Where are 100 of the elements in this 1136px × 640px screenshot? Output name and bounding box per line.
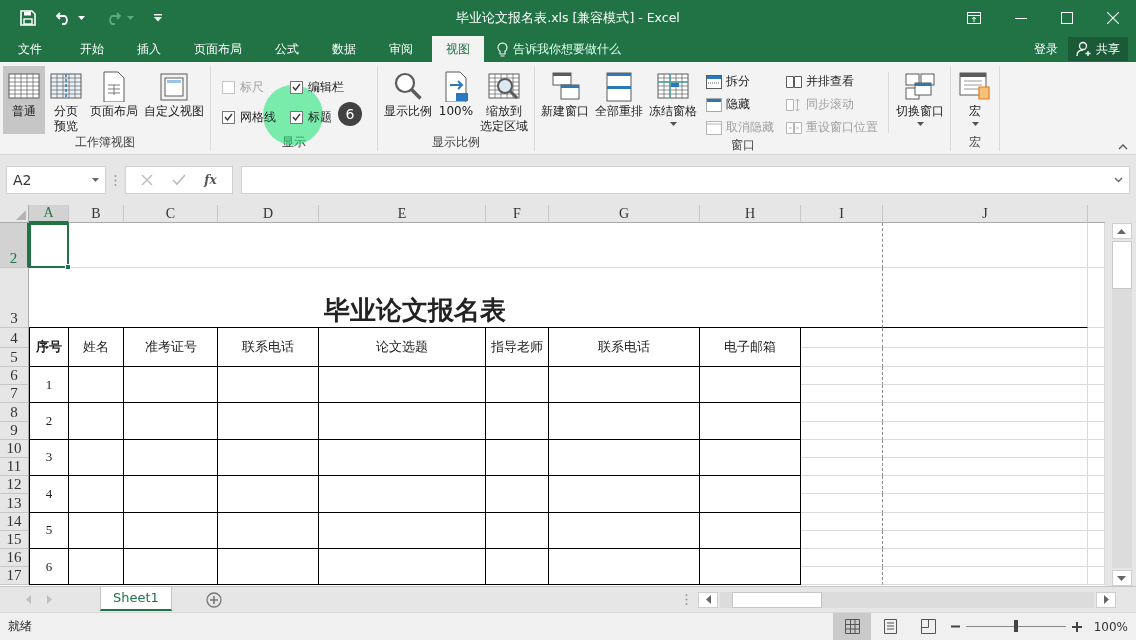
scroll-up-button[interactable] <box>1111 223 1132 239</box>
cell-selection[interactable] <box>29 223 69 268</box>
ribbon-tab[interactable]: 文件 <box>0 36 56 62</box>
checkbox[interactable] <box>290 80 303 94</box>
row-header[interactable]: 8 <box>0 403 29 422</box>
zoom-slider-thumb[interactable] <box>1014 620 1018 632</box>
table-cell <box>486 512 549 549</box>
column-header[interactable]: D <box>218 205 319 223</box>
table-cell: 4 <box>29 476 69 513</box>
ribbon-tab[interactable]: 视图 <box>432 36 484 62</box>
pane-icon <box>706 74 722 89</box>
close-icon[interactable] <box>1107 12 1119 24</box>
magnifier-icon <box>392 70 424 102</box>
zoom-level[interactable]: 100% <box>1082 619 1128 634</box>
scroll-down-button[interactable] <box>1111 570 1132 586</box>
ribbon-button[interactable]: 全部重排 <box>592 66 646 137</box>
windows-icon <box>904 70 936 102</box>
pages-icon <box>786 120 802 135</box>
row-header[interactable]: 17 <box>0 567 29 586</box>
zoom-in-button[interactable] <box>1072 621 1082 632</box>
ribbon-tab[interactable]: 审阅 <box>375 36 427 62</box>
page-grid-icon <box>50 70 82 102</box>
ribbon-display-icon[interactable] <box>967 12 981 24</box>
show-option[interactable]: 网格线 <box>222 108 276 126</box>
ribbon-button[interactable]: 普通 <box>3 66 45 134</box>
ribbon-button[interactable]: 页面布局 <box>87 66 141 134</box>
caret-icon[interactable] <box>971 122 979 126</box>
scroll-thumb[interactable] <box>1111 241 1132 289</box>
view-button[interactable] <box>833 613 871 640</box>
cancel-icon[interactable] <box>141 174 154 186</box>
select-all-icon[interactable] <box>16 210 26 220</box>
sheet-tab[interactable]: Sheet1 <box>100 586 172 611</box>
row-header[interactable]: 3 <box>0 268 29 328</box>
previous-icon[interactable] <box>26 595 31 604</box>
ribbon-tab[interactable]: 公式 <box>261 36 313 62</box>
row-header[interactable]: 2 <box>0 223 29 268</box>
minus-icon <box>951 625 960 628</box>
row-header[interactable]: 6 <box>0 367 29 386</box>
ribbon-tab[interactable]: 插入 <box>123 36 175 62</box>
column-header[interactable]: B <box>69 205 124 223</box>
ribbon-tab[interactable]: 数据 <box>318 36 370 62</box>
ribbon-button[interactable]: 100% <box>435 66 477 134</box>
scroll-left-button[interactable] <box>698 591 718 608</box>
column-header[interactable]: F <box>486 205 549 223</box>
ribbon-button[interactable]: 显示比例 <box>381 66 435 134</box>
ribbon-button[interactable]: 自定义视图 <box>141 66 207 134</box>
group-label: 工作簿视图 <box>74 134 136 151</box>
table-cell <box>69 439 124 477</box>
column-header[interactable]: H <box>700 205 801 223</box>
add-sheet-icon[interactable] <box>205 591 222 608</box>
ribbon-button[interactable]: 分页 预览 <box>45 66 87 134</box>
row-header[interactable]: 7 <box>0 385 29 404</box>
column-header[interactable]: I <box>801 205 883 223</box>
ribbon-button[interactable]: 新建窗口 <box>538 66 592 137</box>
maximize-icon[interactable] <box>1061 12 1073 24</box>
caret-icon[interactable] <box>92 178 99 182</box>
save-icon[interactable] <box>20 10 36 26</box>
column-header[interactable]: J <box>883 205 1088 223</box>
grid-icon <box>844 619 860 634</box>
ribbon-button[interactable]: 切换窗口 <box>893 66 947 137</box>
show-option[interactable]: 编辑栏 <box>290 78 344 96</box>
formula-field[interactable] <box>241 166 1130 194</box>
caret-icon[interactable] <box>916 122 924 126</box>
more-icon <box>685 593 688 606</box>
row-header[interactable]: 13 <box>0 494 29 513</box>
ribbon-button[interactable]: 拆分 <box>704 72 776 91</box>
tell-me-link[interactable]: 告诉我你想要做什么 <box>513 40 621 58</box>
collapse-ribbon-icon[interactable] <box>1118 144 1128 150</box>
checkbox[interactable] <box>290 110 303 124</box>
customize-icon[interactable] <box>154 14 162 22</box>
row-header[interactable]: 4 <box>0 328 29 348</box>
column-header[interactable]: G <box>549 205 700 223</box>
ribbon-button[interactable]: 缩放到 选定区域 <box>477 66 531 134</box>
enter-icon[interactable] <box>171 174 186 186</box>
login-link[interactable]: 登录 <box>1034 36 1058 62</box>
row-header[interactable]: 12 <box>0 476 29 495</box>
down-arrow-icon <box>1117 575 1126 581</box>
zoom-out-button[interactable] <box>951 625 960 628</box>
caret-icon[interactable] <box>78 16 85 20</box>
table-header: 联系电话 <box>549 328 700 367</box>
column-header[interactable]: C <box>124 205 218 223</box>
name-box[interactable]: A2 <box>6 166 106 194</box>
column-header[interactable]: A <box>29 205 69 223</box>
lightbulb-icon[interactable] <box>497 41 508 57</box>
table-cell <box>69 403 124 440</box>
caret-icon[interactable] <box>669 122 677 126</box>
scroll-right-button[interactable] <box>1096 591 1116 608</box>
scroll-thumb[interactable] <box>732 591 822 608</box>
column-header[interactable]: E <box>319 205 486 223</box>
insert-function-button[interactable]: fx <box>204 173 217 187</box>
ribbon-button[interactable]: 隐藏 <box>704 95 776 114</box>
ribbon-tab[interactable]: 开始 <box>66 36 118 62</box>
ribbon-button[interactable]: 冻结窗格 <box>646 66 700 137</box>
ribbon-tab[interactable]: 页面布局 <box>180 36 256 62</box>
next-icon[interactable] <box>47 595 52 604</box>
expand-icon[interactable] <box>1114 177 1123 183</box>
ribbon-button[interactable]: 宏 <box>954 66 996 134</box>
share-button[interactable]: 共享 <box>1068 37 1128 61</box>
checkbox[interactable] <box>222 110 235 124</box>
ribbon-button[interactable]: 并排查看 <box>784 72 880 91</box>
